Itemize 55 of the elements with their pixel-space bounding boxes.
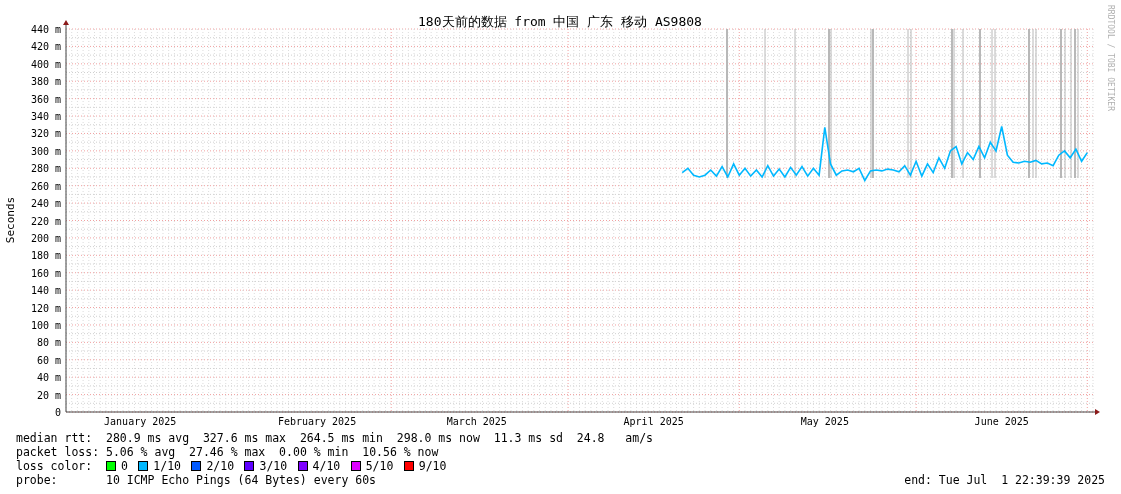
y-tick-label: 180 m	[30, 250, 61, 262]
swatch-label: 3/10	[259, 459, 288, 473]
y-tick-label: 40 m	[36, 372, 61, 384]
stat-value: 264.5 ms min	[299, 431, 383, 445]
x-tick-label: May 2025	[800, 416, 849, 427]
y-tick-label: 240 m	[30, 198, 61, 210]
y-tick-label: 280 m	[30, 163, 61, 175]
swatch-label: 0	[121, 459, 128, 473]
y-tick-label: 400 m	[30, 58, 61, 70]
y-tick-label: 160 m	[30, 267, 61, 279]
stat-value: 10.56 % now	[362, 445, 439, 459]
stat-value: 24.8 am/s	[576, 431, 653, 445]
y-tick-label: 360 m	[30, 93, 61, 105]
legend-label: loss color:	[16, 459, 94, 473]
y-tick-label: 380 m	[30, 76, 61, 88]
y-tick-label: 20 m	[36, 389, 61, 401]
y-tick-label: 220 m	[30, 215, 61, 227]
x-tick-label: January 2025	[104, 416, 177, 427]
probe-text: 10 ICMP Echo Pings (64 Bytes) every 60s	[106, 473, 377, 487]
x-tick-label: February 2025	[277, 416, 357, 427]
y-tick-label: 140 m	[30, 285, 61, 297]
stat-value: 11.3 ms sd	[493, 431, 563, 445]
stat-value: 298.0 ms now	[396, 431, 480, 445]
y-tick-label: 60 m	[36, 354, 61, 366]
legend-label: median rtt:	[16, 431, 94, 445]
stat-value: 0.00 % min	[279, 445, 349, 459]
swatch-label: 9/10	[418, 459, 447, 473]
y-tick-label: 340 m	[30, 111, 61, 123]
y-tick-label: 100 m	[30, 319, 61, 331]
swatch-label: 2/10	[206, 459, 235, 473]
end-time: end: Tue Jul 1 22:39:39 2025	[904, 473, 1105, 487]
y-tick-label: 260 m	[30, 180, 61, 192]
y-tick-label: 320 m	[30, 128, 61, 140]
y-tick-label: 420 m	[30, 41, 61, 53]
y-axis-title: Seconds	[4, 196, 17, 244]
x-tick-label: April 2025	[623, 416, 684, 427]
credit-text: RRDTOOL / TOBI OETIKER	[1106, 5, 1115, 111]
x-tick-label: March 2025	[446, 416, 507, 427]
swatch-label: 4/10	[312, 459, 341, 473]
y-tick-label: 0	[54, 407, 61, 418]
y-tick-label: 440 m	[30, 24, 61, 35]
y-tick-label: 120 m	[30, 302, 61, 314]
stat-value: 280.9 ms avg	[106, 431, 190, 445]
swatch-label: 5/10	[365, 459, 394, 473]
y-tick-label: 200 m	[30, 232, 61, 244]
stat-value: 327.6 ms max	[202, 431, 287, 445]
y-tick-label: 80 m	[36, 337, 61, 349]
chart-title: 180天前的数据 from 中国 广东 移动 AS9808	[418, 14, 702, 29]
legend-label: probe:	[16, 473, 59, 487]
x-tick-label: June 2025	[974, 416, 1029, 427]
swatch-label: 1/10	[153, 459, 181, 473]
legend-label: packet loss:	[16, 445, 101, 459]
stat-value: 5.06 % avg	[106, 445, 176, 459]
stat-value: 27.46 % max	[189, 445, 266, 459]
y-tick-label: 300 m	[30, 145, 61, 157]
